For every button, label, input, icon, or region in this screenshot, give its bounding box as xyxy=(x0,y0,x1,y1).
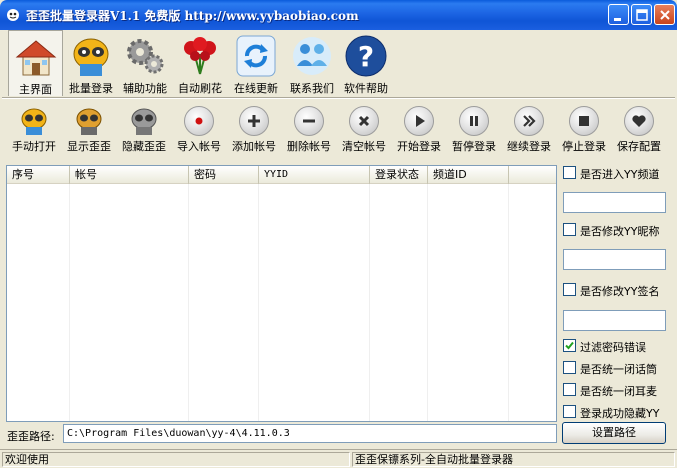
column-login-status[interactable]: 登录状态 xyxy=(370,166,428,184)
tab-help[interactable]: ? 软件帮助 xyxy=(340,30,392,96)
stop-login-button[interactable]: 停止登录 xyxy=(556,102,612,158)
modify-nickname-label: 是否修改YY昵称 xyxy=(580,225,660,238)
close-mic-label: 是否统一闭耳麦 xyxy=(580,385,657,398)
tab-assist-label: 辅助功能 xyxy=(123,82,167,95)
checkbox-box xyxy=(563,283,576,296)
tab-online-update[interactable]: 在线更新 xyxy=(228,30,284,96)
tab-auto-flowers-label: 自动刷花 xyxy=(178,82,222,95)
column-channel-id[interactable]: 频道ID xyxy=(428,166,509,184)
app-icon xyxy=(7,9,19,21)
tab-auto-flowers[interactable]: 自动刷花 xyxy=(172,30,228,96)
tab-assist[interactable]: 辅助功能 xyxy=(118,30,172,96)
checkbox-box xyxy=(563,405,576,418)
start-login-button[interactable]: 开始登录 xyxy=(391,102,447,158)
close-button[interactable] xyxy=(654,4,675,25)
tab-contact-us[interactable]: 联系我们 xyxy=(284,30,340,96)
hide-yy-button[interactable]: 隐藏歪歪 xyxy=(116,102,172,158)
modify-signature-label: 是否修改YY签名 xyxy=(580,285,660,298)
yy-mascot-icon xyxy=(73,38,109,76)
checkmark-icon xyxy=(565,341,574,350)
title-bar[interactable]: 歪歪批量登录器V1.1 免费版 http://www.yybaobiao.com xyxy=(0,0,677,30)
window-title: 歪歪批量登录器V1.1 免费版 http://www.yybaobiao.com xyxy=(26,9,359,23)
checkbox-box xyxy=(563,339,576,352)
minus-icon xyxy=(294,106,324,136)
delete-account-button[interactable]: 删除帐号 xyxy=(281,102,337,158)
filter-password-error-label: 过滤密码错误 xyxy=(580,341,646,354)
record-icon xyxy=(184,106,214,136)
tab-online-update-label: 在线更新 xyxy=(234,82,278,95)
options-panel: 是否进入YY频道 是否修改YY昵称 是否修改YY签名 过滤密码错误 是否统一闭话… xyxy=(561,160,677,450)
checkbox-box xyxy=(563,166,576,179)
enter-channel-label: 是否进入YY频道 xyxy=(580,168,660,181)
status-welcome: 欢迎使用 xyxy=(2,452,350,467)
status-bar: 欢迎使用 歪歪保镖系列-全自动批量登录器 xyxy=(0,449,677,468)
roses-icon xyxy=(184,37,216,75)
tab-main[interactable]: 主界面 xyxy=(8,30,63,96)
svg-text:?: ? xyxy=(358,40,374,73)
heart-icon xyxy=(624,106,654,136)
main-toolbar: 主界面 批量登录 辅助功能 自动刷花 在线更新 联系我们 ? 软件帮助 xyxy=(0,30,677,96)
pause-login-button[interactable]: 暂停登录 xyxy=(446,102,502,158)
column-divider xyxy=(188,184,189,421)
contacts-icon xyxy=(293,37,331,75)
help-icon: ? xyxy=(345,35,387,77)
minimize-button[interactable] xyxy=(608,4,629,25)
play-icon xyxy=(404,106,434,136)
close-icon xyxy=(660,10,670,20)
account-table[interactable]: 序号 帐号 密码 YYID 登录状态 频道ID xyxy=(6,165,557,422)
mascot-gold-icon xyxy=(21,108,47,135)
column-divider xyxy=(427,184,428,421)
set-path-button[interactable]: 设置路径 xyxy=(562,422,666,444)
manual-open-button[interactable]: 手动打开 xyxy=(6,102,62,158)
clear-accounts-button[interactable]: 清空帐号 xyxy=(336,102,392,158)
maximize-icon xyxy=(636,9,648,21)
checkbox-box xyxy=(563,361,576,374)
tab-main-label: 主界面 xyxy=(19,83,52,96)
table-header: 序号 帐号 密码 YYID 登录状态 频道ID xyxy=(7,166,556,184)
minimize-icon xyxy=(614,18,621,21)
save-config-label: 保存配置 xyxy=(617,140,661,153)
column-yyid[interactable]: YYID xyxy=(259,166,370,184)
mascot-hide-icon xyxy=(131,108,157,135)
stop-icon xyxy=(569,106,599,136)
column-password[interactable]: 密码 xyxy=(189,166,259,184)
checkbox-box xyxy=(563,223,576,236)
add-account-button[interactable]: 添加帐号 xyxy=(226,102,282,158)
path-label: 歪歪路径: xyxy=(7,430,55,443)
close-speaker-label: 是否统一闭话筒 xyxy=(580,363,657,376)
column-divider xyxy=(69,184,70,421)
house-icon xyxy=(15,40,56,76)
action-toolbar: 手动打开 显示歪歪 隐藏歪歪 导入帐号 添加帐号 删除帐号 清空帐号 开始登录 … xyxy=(0,102,677,158)
column-divider xyxy=(369,184,370,421)
tab-help-label: 软件帮助 xyxy=(344,82,388,95)
path-input[interactable]: C:\Program Files\duowan\yy-4\4.11.0.3 xyxy=(63,424,557,443)
x-icon xyxy=(349,106,379,136)
status-product: 歪歪保镖系列-全自动批量登录器 xyxy=(352,452,675,467)
column-index[interactable]: 序号 xyxy=(7,166,70,184)
plus-icon xyxy=(239,106,269,136)
mascot-show-icon xyxy=(76,108,102,135)
tab-contact-us-label: 联系我们 xyxy=(290,82,334,95)
maximize-button[interactable] xyxy=(631,4,652,25)
show-yy-button[interactable]: 显示歪歪 xyxy=(61,102,117,158)
tab-batch-login[interactable]: 批量登录 xyxy=(64,30,118,96)
nickname-input[interactable] xyxy=(563,249,666,270)
column-divider xyxy=(508,184,509,421)
import-accounts-button[interactable]: 导入帐号 xyxy=(171,102,227,158)
checkbox-box xyxy=(563,383,576,396)
tab-batch-login-label: 批量登录 xyxy=(69,82,113,95)
signature-input[interactable] xyxy=(563,310,666,331)
channel-input[interactable] xyxy=(563,192,666,213)
hide-on-success-label: 登录成功隐藏YY xyxy=(580,407,660,420)
toolbar-divider xyxy=(2,97,675,99)
pause-icon xyxy=(459,106,489,136)
column-account[interactable]: 帐号 xyxy=(70,166,189,184)
refresh-icon xyxy=(236,35,276,77)
save-config-button[interactable]: 保存配置 xyxy=(611,102,667,158)
column-divider xyxy=(258,184,259,421)
forward-icon xyxy=(514,106,544,136)
resume-login-button[interactable]: 继续登录 xyxy=(501,102,557,158)
gears-icon xyxy=(127,39,164,74)
